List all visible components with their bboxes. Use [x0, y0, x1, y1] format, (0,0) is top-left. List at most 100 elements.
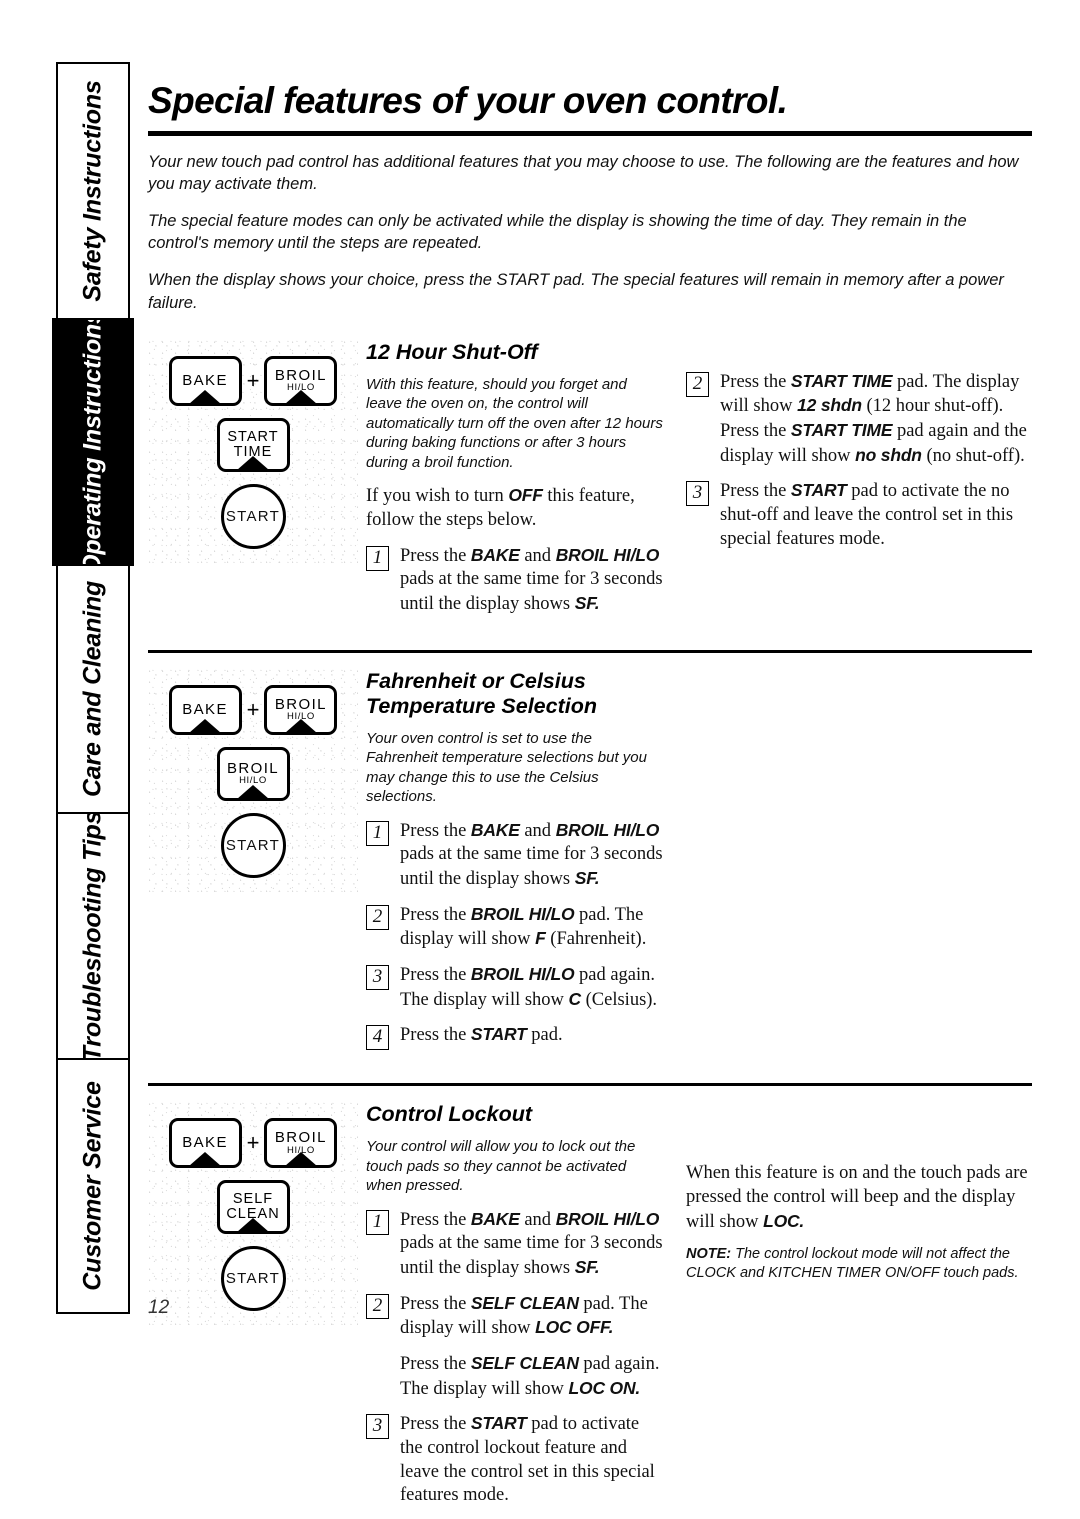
sidebar-tab-label: Operating Instructions: [78, 318, 107, 566]
pad-name: no shdn: [855, 444, 922, 465]
pad-name: BROIL HI/LO: [555, 544, 660, 565]
section-body: BAKE + BROIL HI/LO BROIL HI/LO START Fahrenheit…: [148, 668, 1032, 1062]
keypad-broil[interactable]: BROIL HI/LO: [264, 1118, 338, 1169]
step-text: Press the START pad.: [400, 1024, 563, 1046]
pad-name: OFF: [508, 485, 543, 506]
step-number: 1: [366, 820, 389, 846]
instruction-step: Press the SELF CLEAN pad again. The disp…: [366, 1352, 666, 1401]
instruction-step: 2 Press the SELF CLEAN pad. The display w…: [366, 1292, 666, 1341]
pad-name: START TIME: [790, 370, 893, 391]
section-12-hour-shut-off: BAKE + BROIL HI/LO START TIME START 12 Hour Shu…: [148, 339, 1032, 628]
section-control-lockout: BAKE + BROIL HI/LO SELF CLEAN START Control Loc…: [148, 1102, 1032, 1519]
step-text: Press the START pad to activate the cont…: [400, 1413, 655, 1506]
keypad-label: BAKE: [182, 371, 228, 389]
keypad-label: BROIL: [274, 695, 327, 713]
section-divider: [148, 1083, 1032, 1087]
sidebar-tab-operating-instructions[interactable]: Operating Instructions: [52, 318, 134, 566]
instruction-step: 2 Press the START TIME pad. The display w…: [686, 370, 1032, 469]
intro-paragraphs: Your new touch pad control has additiona…: [148, 151, 1032, 314]
step-text: Press the START TIME pad. The display wi…: [720, 370, 1027, 466]
keypad-start-time[interactable]: START TIME: [216, 417, 290, 472]
step-number: 1: [366, 545, 389, 571]
main-content: Special features of your oven control. Y…: [148, 62, 1032, 1519]
sidebar-tab-troubleshooting-tips[interactable]: Troubleshooting Tips: [56, 812, 130, 1060]
section-right-column: 2 Press the START TIME pad. The display w…: [686, 340, 1032, 628]
keypad-self-clean[interactable]: SELF CLEAN: [216, 1180, 290, 1235]
keypad-arrow-icon: [189, 389, 222, 403]
intro-paragraph-2: The special feature modes can only be ac…: [148, 212, 967, 253]
pad-name: BAKE: [470, 1208, 520, 1229]
pad-name: START: [470, 1024, 527, 1045]
step-number: 2: [686, 371, 709, 397]
pad-name: 12 shdn: [797, 395, 862, 416]
section-note: NOTE: The control lockout mode will not …: [686, 1246, 1019, 1282]
keypad-label: BROIL: [226, 759, 279, 777]
step-number: 1: [366, 1209, 389, 1235]
instruction-step: 1 Press the BAKE and BROIL HI/LO pads at …: [366, 819, 666, 892]
page-title: Special features of your oven control.: [148, 80, 788, 121]
instruction-step: 1 Press the BAKE and BROIL HI/LO pads at …: [366, 544, 666, 617]
instruction-step: 3 Press the START pad to activate the con…: [366, 1412, 666, 1508]
note-label: NOTE:: [686, 1246, 732, 1263]
step-text: Press the SELF CLEAN pad. The display wi…: [400, 1292, 648, 1339]
keypad-arrow-icon: [284, 1152, 317, 1166]
step-number: 2: [366, 904, 389, 930]
section-text-columns: 12 Hour Shut-Off With this feature, shoul…: [366, 340, 1032, 628]
section-lead: If you wish to turn OFF this feature, fo…: [366, 485, 635, 530]
keypad-start-button[interactable]: START: [220, 483, 286, 549]
sidebar-tab-customer-service[interactable]: Customer Service: [56, 1058, 130, 1314]
keypad-row-top: BAKE + BROIL HI/LO: [148, 669, 358, 735]
instruction-step: 3 Press the START pad to activate the no …: [686, 479, 1032, 551]
intro-paragraph-1: Your new touch pad control has additiona…: [148, 153, 1019, 194]
section-left-column: Fahrenheit or Celsius Temperature Select…: [366, 669, 686, 1062]
sidebar-tab-label: Troubleshooting Tips: [78, 812, 107, 1060]
instruction-step: 2 Press the BROIL HI/LO pad. The display …: [366, 903, 666, 952]
keypad-arrow-icon: [237, 455, 269, 469]
keypad-start-button[interactable]: START: [220, 1246, 286, 1312]
section-intro: Your control will allow you to lock out …: [366, 1138, 636, 1195]
pad-name: LOC ON.: [568, 1377, 641, 1398]
step-number: 3: [366, 1414, 389, 1440]
keypad-row-top: BAKE + BROIL HI/LO: [148, 340, 358, 406]
keypad-broil[interactable]: BROIL HI/LO: [216, 746, 290, 801]
instruction-step: 3 Press the BROIL HI/LO pad again. The di…: [366, 963, 666, 1012]
section-intro: With this feature, should you forget and…: [366, 375, 663, 471]
keypad-bake[interactable]: BAKE: [168, 1118, 242, 1169]
pad-name: BROIL HI/LO: [470, 963, 575, 984]
step-text: Press the BROIL HI/LO pad again. The dis…: [400, 963, 658, 1010]
step-text: Press the BAKE and BROIL HI/LO pads at t…: [400, 544, 663, 614]
keypad-arrow-icon: [189, 1152, 222, 1166]
page-number: 12: [148, 1297, 170, 1318]
keypad-arrow-icon: [284, 389, 317, 403]
keypad-broil[interactable]: BROIL HI/LO: [264, 684, 338, 735]
sidebar-tab-label: Customer Service: [78, 1081, 107, 1291]
keypad-row-start: START: [148, 472, 358, 567]
section-fahrenheit-or-celsius-temperature-selection: BAKE + BROIL HI/LO BROIL HI/LO START Fahrenheit…: [148, 668, 1032, 1062]
sidebar-tab-label: Safety Instructions: [78, 80, 107, 302]
keypad-row-middle: SELF CLEAN: [148, 1168, 358, 1235]
pad-name: LOC.: [763, 1210, 805, 1231]
instruction-step: 1 Press the BAKE and BROIL HI/LO pads at …: [366, 1208, 666, 1281]
keypad-row-middle: START TIME: [148, 406, 358, 472]
pad-name: F: [535, 928, 546, 949]
keypad-label: BAKE: [182, 1134, 228, 1152]
section-heading: Fahrenheit or Celsius Temperature Select…: [366, 668, 597, 718]
section-right-column: [686, 669, 1032, 1062]
keypad-arrow-icon: [237, 784, 269, 798]
keypad-broil[interactable]: BROIL HI/LO: [264, 355, 338, 406]
keypad-row-middle: BROIL HI/LO: [148, 735, 358, 801]
section-right-column: When this feature is on and the touch pa…: [686, 1102, 1032, 1519]
section-diagram-column: BAKE + BROIL HI/LO BROIL HI/LO START: [148, 668, 366, 896]
section-body: BAKE + BROIL HI/LO START TIME START 12 Hour Shu…: [148, 339, 1032, 628]
keypad-bake[interactable]: BAKE: [168, 684, 242, 735]
keypad-start-button[interactable]: START: [220, 812, 286, 878]
pad-name: BAKE: [470, 819, 520, 840]
keypad-label: SELF: [232, 1191, 274, 1208]
pad-name: SELF CLEAN: [470, 1292, 579, 1313]
sidebar-tab-care-and-cleaning[interactable]: Care and Cleaning: [56, 564, 130, 814]
sidebar-tab-label: Care and Cleaning: [78, 580, 107, 798]
step-text: Press the BAKE and BROIL HI/LO pads at t…: [400, 819, 663, 889]
sidebar-tab-safety-instructions[interactable]: Safety Instructions: [56, 62, 130, 320]
keypad-bake[interactable]: BAKE: [168, 355, 242, 406]
step-text: Press the BAKE and BROIL HI/LO pads at t…: [400, 1208, 663, 1279]
